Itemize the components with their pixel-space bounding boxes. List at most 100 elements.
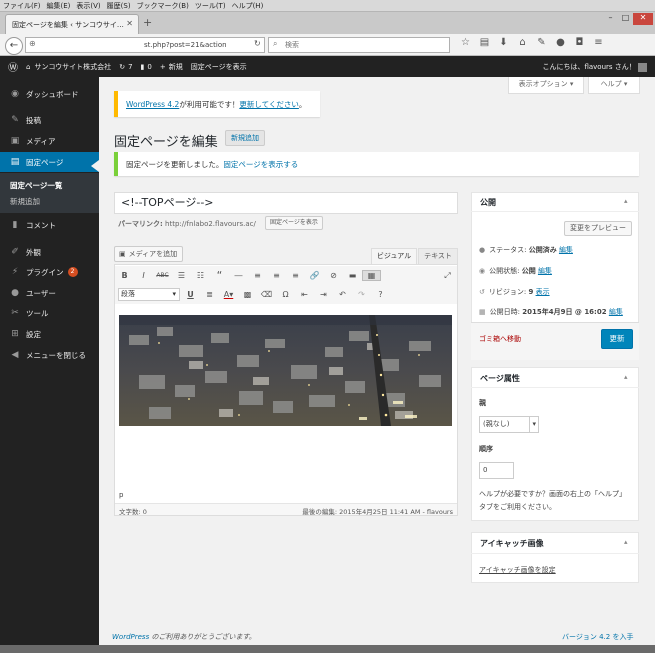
read-more-icon[interactable]: ▬ — [343, 271, 362, 280]
sidebar-item-pages[interactable]: ▤ 固定ページ — [0, 152, 99, 172]
admin-bar-site[interactable]: ⌂ サンコウサイト株式会社 — [26, 62, 111, 72]
unlink-icon[interactable]: ⊘ — [324, 271, 343, 280]
clear-format-icon[interactable]: ⌫ — [257, 290, 276, 299]
redo-icon[interactable]: ↷ — [352, 290, 371, 299]
get-version-link[interactable]: バージョン 4.2 を入手 — [562, 632, 633, 642]
horizontal-rule-icon[interactable]: ― — [229, 271, 248, 280]
admin-bar-account[interactable]: こんにちは、flavours さん！ — [542, 62, 647, 72]
sidebar-item-posts[interactable]: ✎ 投稿 — [0, 110, 99, 130]
fullscreen-icon[interactable]: ⤢ — [438, 271, 457, 281]
justify-icon[interactable]: ≣ — [200, 290, 219, 299]
add-new-button[interactable]: 新規追加 — [225, 130, 265, 146]
underline-icon[interactable]: U — [181, 290, 200, 299]
paste-text-icon[interactable]: ▩ — [238, 290, 257, 299]
back-button[interactable]: ← — [5, 37, 23, 55]
site-info-icon[interactable]: ⊕ — [29, 39, 36, 48]
close-tab-icon[interactable]: ✕ — [126, 19, 133, 28]
keyboard-help-icon[interactable]: ? — [371, 290, 390, 299]
sidebar-collapse[interactable]: ◀ メニューを閉じる — [0, 345, 99, 365]
tab-text[interactable]: テキスト — [418, 248, 458, 264]
preview-changes-button[interactable]: 変更をプレビュー — [564, 221, 632, 236]
browse-revisions-link[interactable]: 表示 — [536, 288, 550, 296]
admin-bar-view-page[interactable]: 固定ページを表示 — [191, 62, 247, 72]
collapse-arrow-icon[interactable]: ▴ — [624, 197, 628, 205]
collapse-arrow-icon[interactable]: ▴ — [624, 373, 628, 381]
admin-bar-comments[interactable]: ▮ 0 — [141, 63, 152, 71]
post-title-input[interactable]: <!--TOPページ--> — [114, 192, 458, 214]
edit-status-link[interactable]: 編集 — [559, 246, 573, 254]
menu-help[interactable]: ヘルプ(H) — [229, 1, 267, 11]
city-night-photo[interactable] — [119, 315, 452, 426]
menu-tools[interactable]: ツール(T) — [192, 1, 229, 11]
bold-icon[interactable]: B — [115, 271, 134, 280]
sidebar-item-comments[interactable]: ▮ コメント — [0, 215, 99, 235]
edit-date-link[interactable]: 編集 — [609, 308, 623, 316]
menu-edit[interactable]: 編集(E) — [44, 1, 74, 11]
toolbar-toggle-icon[interactable]: ▦ — [362, 270, 381, 281]
new-tab-icon[interactable]: + — [143, 16, 152, 29]
indent-icon[interactable]: ⇥ — [314, 290, 333, 299]
menu-history[interactable]: 履歴(S) — [104, 1, 134, 11]
sidebar-item-settings[interactable]: ⊞ 設定 — [0, 324, 99, 344]
admin-bar-new[interactable]: + 新規 — [160, 62, 183, 72]
browser-tab[interactable]: 固定ページを編集 ‹ サンコウサイ… ✕ — [5, 14, 139, 34]
sidebar-item-dashboard[interactable]: ◉ ダッシュボード — [0, 84, 99, 104]
wordpress-version-link[interactable]: WordPress 4.2 — [126, 100, 179, 109]
wordpress-link[interactable]: WordPress — [112, 633, 149, 641]
permalink-url[interactable]: http://fnlabo2.flavours.ac/ — [165, 220, 256, 228]
home-icon[interactable]: ⌂ — [513, 37, 532, 48]
strikethrough-icon[interactable]: ABC — [153, 272, 172, 279]
bookmark-star-icon[interactable]: ☆ — [456, 37, 475, 48]
update-now-link[interactable]: 更新してください — [239, 99, 299, 110]
sidebar-item-appearance[interactable]: ✐ 外観 — [0, 242, 99, 262]
menu-view[interactable]: 表示(V) — [73, 1, 103, 11]
edit-visibility-link[interactable]: 編集 — [538, 267, 552, 275]
search-input[interactable]: 検索 — [268, 37, 450, 53]
screen-options-tab[interactable]: 表示オプション ▾ — [508, 77, 584, 94]
minimize-icon[interactable]: – — [603, 13, 618, 25]
outdent-icon[interactable]: ⇤ — [295, 290, 314, 299]
blockquote-icon[interactable]: “ — [210, 269, 229, 282]
url-bar[interactable]: st.php?post=21&action — [25, 37, 265, 53]
help-tab[interactable]: ヘルプ ▾ — [588, 77, 640, 94]
align-left-icon[interactable]: ≡ — [248, 271, 267, 280]
order-input[interactable]: 0 — [479, 462, 514, 479]
italic-icon[interactable]: I — [134, 271, 153, 280]
screenshot-icon[interactable]: ◘ — [570, 37, 589, 48]
view-page-button[interactable]: 固定ページを表示 — [265, 216, 323, 230]
menu-hamburger-icon[interactable]: ≡ — [589, 37, 608, 48]
download-icon[interactable]: ⬇ — [494, 37, 513, 48]
sidebar-item-media[interactable]: ▣ メディア — [0, 131, 99, 151]
align-center-icon[interactable]: ≡ — [267, 271, 286, 280]
tab-visual[interactable]: ビジュアル — [371, 248, 417, 264]
submenu-all-pages[interactable]: 固定ページ一覧 — [10, 180, 62, 191]
bullet-list-icon[interactable]: ☰ — [172, 271, 191, 280]
view-page-link[interactable]: 固定ページを表示する — [223, 159, 298, 170]
maximize-icon[interactable]: □ — [618, 13, 633, 25]
addon-icon[interactable]: ✎ — [532, 37, 551, 48]
sidebar-item-plugins[interactable]: ⚡ プラグイン 2 — [0, 262, 99, 282]
sidebar-item-tools[interactable]: ✂ ツール — [0, 303, 99, 323]
add-media-button[interactable]: ▣ メディアを追加 — [114, 246, 184, 262]
submenu-add-new[interactable]: 新規追加 — [10, 196, 40, 207]
close-window-icon[interactable]: ✕ — [633, 13, 653, 25]
set-featured-image-link[interactable]: アイキャッチ画像を設定 — [479, 565, 556, 575]
wordpress-logo-icon[interactable]: Ⓦ — [8, 59, 18, 74]
numbered-list-icon[interactable]: ☷ — [191, 271, 210, 280]
undo-icon[interactable]: ↶ — [333, 290, 352, 299]
format-select[interactable]: 段落 ▾ — [118, 288, 180, 301]
update-button[interactable]: 更新 — [601, 329, 633, 349]
move-to-trash-link[interactable]: ゴミ箱へ移動 — [479, 334, 521, 344]
admin-bar-updates[interactable]: ↻ 7 — [119, 63, 132, 71]
text-color-icon[interactable]: A▾ — [219, 290, 238, 299]
collapse-arrow-icon[interactable]: ▴ — [624, 538, 628, 546]
special-char-icon[interactable]: Ω — [276, 290, 295, 299]
reading-list-icon[interactable]: ▤ — [475, 37, 494, 48]
menu-bookmarks[interactable]: ブックマーク(B) — [134, 1, 192, 11]
parent-select[interactable]: (親なし) ▾ — [479, 416, 539, 433]
menu-file[interactable]: ファイル(F) — [0, 1, 44, 11]
chat-icon[interactable]: ● — [551, 37, 570, 48]
reload-icon[interactable]: ↻ — [254, 39, 261, 48]
sidebar-item-users[interactable]: ● ユーザー — [0, 283, 99, 303]
insert-link-icon[interactable]: 🔗 — [305, 271, 324, 280]
